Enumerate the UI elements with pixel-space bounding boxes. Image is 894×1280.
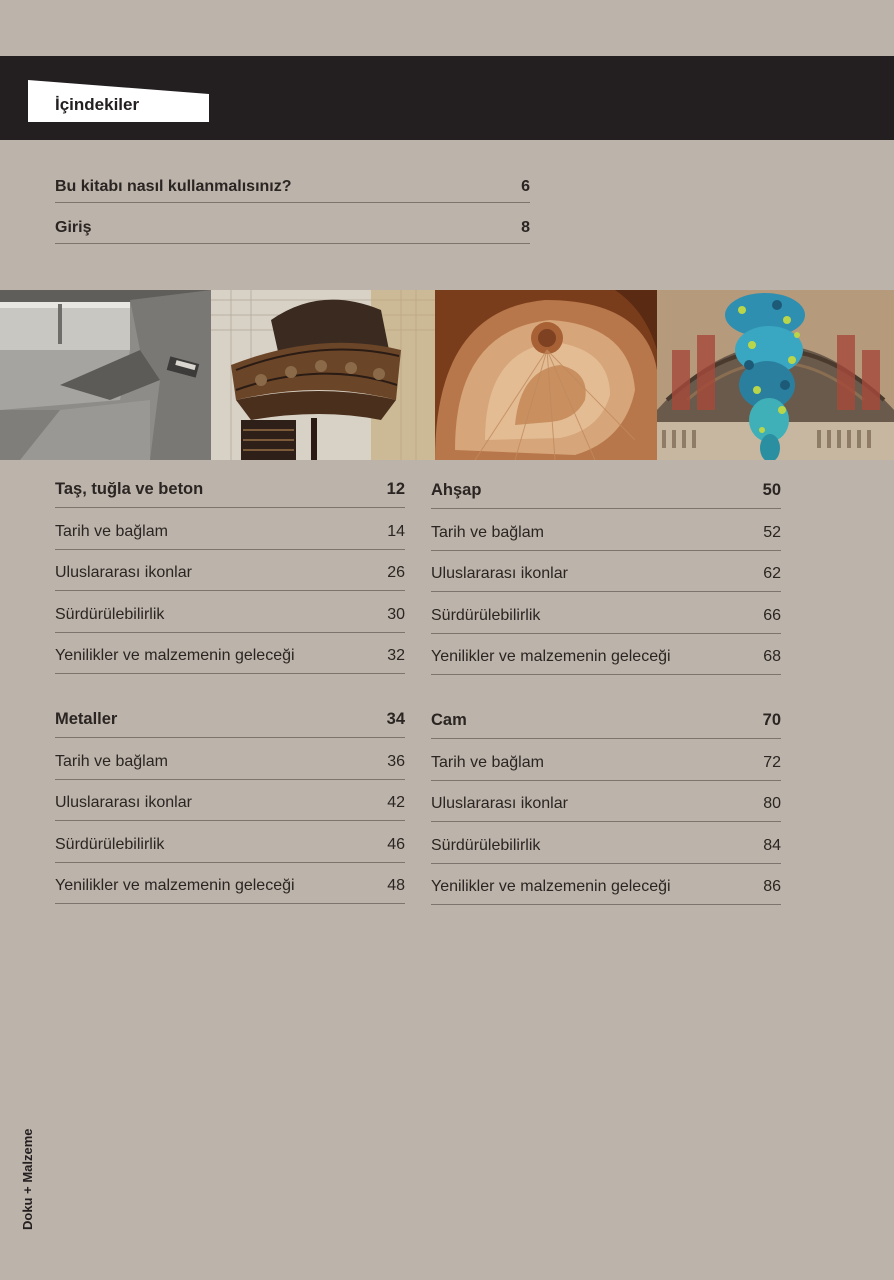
toc-entry-label: Sürdürülebilirlik bbox=[431, 606, 541, 624]
toc-section-title: Ahşap bbox=[431, 481, 482, 500]
toc-entry-label: Uluslararası ikonlar bbox=[431, 795, 568, 813]
toc-entry-page: 6 bbox=[521, 178, 530, 195]
toc-entry-page: 8 bbox=[521, 219, 530, 236]
photo-strip bbox=[0, 290, 894, 460]
toc-entry-label: Tarih ve bağlam bbox=[431, 753, 544, 771]
toc-section-title: Metaller bbox=[55, 710, 118, 729]
toc-entry-page: 26 bbox=[387, 564, 405, 582]
toc-section-wood: Ahşap 50 Tarih ve bağlam 52 Uluslararası… bbox=[431, 468, 781, 675]
toc-section-page: 50 bbox=[762, 481, 781, 500]
toc-entry-page: 86 bbox=[763, 877, 781, 895]
toc-section-page: 12 bbox=[386, 480, 405, 499]
toc-entry[interactable]: Yenilikler ve malzemenin geleceği 68 bbox=[431, 634, 781, 675]
toc-entry-page: 80 bbox=[763, 795, 781, 813]
toc-entry-page: 36 bbox=[387, 752, 405, 770]
toc-entry-page: 62 bbox=[763, 565, 781, 583]
toc-section-stone: Taş, tuğla ve beton 12 Tarih ve bağlam 1… bbox=[55, 467, 405, 674]
glass-chandelier-photo bbox=[657, 290, 894, 460]
toc-entry-page: 14 bbox=[387, 522, 405, 540]
toc-entry-label: Tarih ve bağlam bbox=[55, 752, 168, 770]
toc-entry[interactable]: Uluslararası ikonlar 42 bbox=[55, 780, 405, 822]
toc-entry[interactable]: Yenilikler ve malzemenin geleceği 48 bbox=[55, 863, 405, 904]
toc-entry-page: 48 bbox=[387, 876, 405, 894]
toc-entry-page: 52 bbox=[763, 523, 781, 541]
toc-entry-page: 30 bbox=[387, 605, 405, 623]
toc-entry[interactable]: Tarih ve bağlam 72 bbox=[431, 739, 781, 781]
toc-entry[interactable]: Tarih ve bağlam 14 bbox=[55, 508, 405, 550]
toc-section-title: Taş, tuğla ve beton bbox=[55, 480, 204, 499]
toc-section-title: Cam bbox=[431, 711, 467, 730]
toc-section-heading[interactable]: Ahşap 50 bbox=[431, 468, 781, 510]
page-title: İçindekiler bbox=[55, 95, 140, 114]
wooden-spiral-photo bbox=[435, 290, 657, 460]
toc-entry-label: Uluslararası ikonlar bbox=[55, 794, 192, 812]
toc-section-heading[interactable]: Metaller 34 bbox=[55, 697, 405, 739]
toc-entry[interactable]: Sürdürülebilirlik 46 bbox=[55, 821, 405, 863]
toc-entry-label: Sürdürülebilirlik bbox=[55, 835, 165, 853]
intro-list: Bu kitabı nasıl kullanmalısınız? 6 Giriş… bbox=[55, 162, 530, 244]
toc-entry-label: Sürdürülebilirlik bbox=[55, 605, 165, 623]
toc-entry-label: Tarih ve bağlam bbox=[431, 523, 544, 541]
toc-entry-introduction[interactable]: Giriş 8 bbox=[55, 203, 530, 244]
toc-entry-label: Yenilikler ve malzemenin geleceği bbox=[55, 646, 295, 664]
toc-section-metals: Metaller 34 Tarih ve bağlam 36 Uluslarar… bbox=[55, 697, 405, 904]
toc-entry[interactable]: Uluslararası ikonlar 62 bbox=[431, 551, 781, 593]
toc-entry-page: 84 bbox=[763, 836, 781, 854]
toc-entry[interactable]: Sürdürülebilirlik 66 bbox=[431, 592, 781, 634]
toc-entry-label: Yenilikler ve malzemenin geleceği bbox=[431, 877, 671, 895]
toc-entry-page: 68 bbox=[763, 647, 781, 665]
toc-section-glass: Cam 70 Tarih ve bağlam 72 Uluslararası i… bbox=[431, 698, 781, 905]
toc-entry[interactable]: Yenilikler ve malzemenin geleceği 32 bbox=[55, 633, 405, 674]
toc-entry[interactable]: Tarih ve bağlam 52 bbox=[431, 509, 781, 551]
spiral-iron-staircase-photo bbox=[211, 290, 435, 460]
toc-entry-how-to-use[interactable]: Bu kitabı nasıl kullanmalısınız? 6 bbox=[55, 162, 530, 203]
toc-entry-label: Sürdürülebilirlik bbox=[431, 836, 541, 854]
concrete-interior-photo bbox=[0, 290, 211, 460]
toc-entry-page: 42 bbox=[387, 794, 405, 812]
toc-section-page: 34 bbox=[386, 710, 405, 729]
toc-entry-page: 46 bbox=[387, 835, 405, 853]
toc-entry[interactable]: Sürdürülebilirlik 30 bbox=[55, 591, 405, 633]
toc-entry-label: Tarih ve bağlam bbox=[55, 522, 168, 540]
toc-entry-label: Giriş bbox=[55, 219, 92, 236]
toc-entry[interactable]: Tarih ve bağlam 36 bbox=[55, 738, 405, 780]
spine-title: Doku + Malzeme bbox=[20, 1128, 35, 1230]
toc-entry[interactable]: Yenilikler ve malzemenin geleceği 86 bbox=[431, 864, 781, 905]
toc-entry[interactable]: Uluslararası ikonlar 80 bbox=[431, 781, 781, 823]
toc-entry-label: Bu kitabı nasıl kullanmalısınız? bbox=[55, 178, 292, 195]
toc-entry-label: Yenilikler ve malzemenin geleceği bbox=[431, 647, 671, 665]
toc-section-heading[interactable]: Cam 70 bbox=[431, 698, 781, 740]
toc-section-heading[interactable]: Taş, tuğla ve beton 12 bbox=[55, 467, 405, 509]
toc-entry-page: 32 bbox=[387, 646, 405, 664]
toc-entry-page: 72 bbox=[763, 753, 781, 771]
toc-section-page: 70 bbox=[762, 711, 781, 730]
toc-entry-label: Uluslararası ikonlar bbox=[431, 565, 568, 583]
toc-entry[interactable]: Uluslararası ikonlar 26 bbox=[55, 550, 405, 592]
toc-entry-page: 66 bbox=[763, 606, 781, 624]
toc-entry-label: Uluslararası ikonlar bbox=[55, 564, 192, 582]
toc-entry-label: Yenilikler ve malzemenin geleceği bbox=[55, 876, 295, 894]
toc-entry[interactable]: Sürdürülebilirlik 84 bbox=[431, 822, 781, 864]
